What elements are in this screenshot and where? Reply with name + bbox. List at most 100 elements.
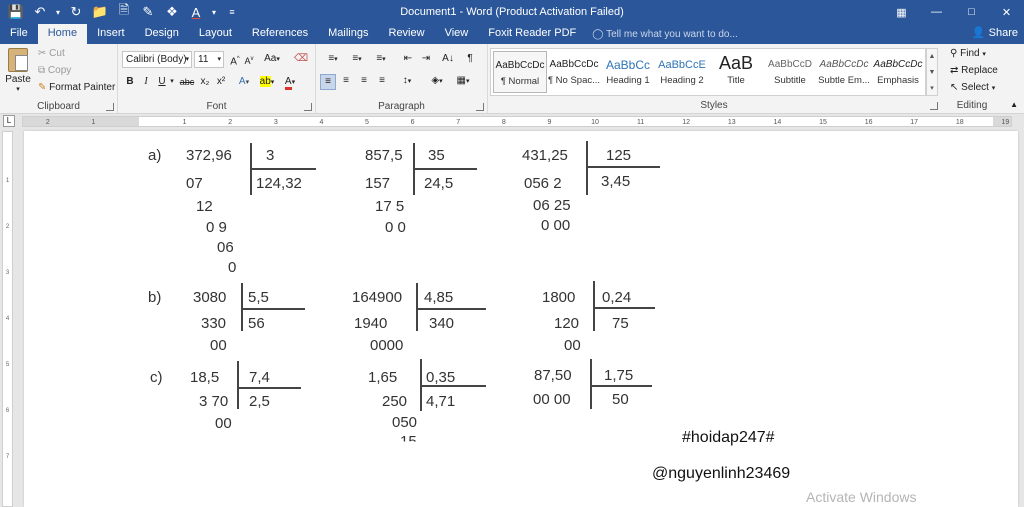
- style-normal[interactable]: AaBbCcDc ¶ Normal: [493, 51, 547, 93]
- tab-mailings[interactable]: Mailings: [318, 24, 378, 44]
- align-right-icon[interactable]: ≡: [356, 74, 372, 88]
- find-button[interactable]: ⚲ Find ▾: [950, 48, 986, 59]
- font-size-select[interactable]: 11 ▾: [194, 51, 224, 68]
- tab-home[interactable]: Home: [37, 24, 88, 44]
- new-document-icon[interactable]: 🗎: [112, 0, 136, 24]
- ruler-tick: 8: [501, 119, 506, 126]
- bullets-icon[interactable]: ≡▾: [322, 52, 344, 67]
- share-button[interactable]: 👤 Share: [972, 24, 1018, 44]
- underline-button[interactable]: U: [156, 75, 168, 89]
- shading-icon[interactable]: ◈▾: [426, 74, 448, 89]
- decrease-indent-icon[interactable]: ⇤: [400, 52, 416, 66]
- style-heading-1[interactable]: AaBbCc Heading 1: [601, 51, 655, 93]
- change-case-button[interactable]: Aa▾: [262, 52, 282, 67]
- ruler-tick: 1: [91, 119, 96, 126]
- save-icon[interactable]: 💾: [4, 0, 28, 24]
- superscript-button[interactable]: x²: [214, 75, 228, 89]
- copy-button[interactable]: ⧉ Copy: [38, 65, 71, 76]
- line-spacing-icon[interactable]: ↕▾: [396, 74, 418, 89]
- format-painter-button[interactable]: ✎ Format Painter: [38, 82, 115, 93]
- borders-icon[interactable]: ▦▾: [452, 74, 474, 89]
- tab-review[interactable]: Review: [379, 24, 435, 44]
- text-effects-icon[interactable]: A▾: [236, 75, 252, 90]
- cut-button[interactable]: ✂ Cut: [38, 48, 65, 59]
- replace-button[interactable]: ⇄ Replace: [950, 65, 998, 76]
- style-no-spacing[interactable]: AaBbCcDc ¶ No Spac...: [547, 51, 601, 93]
- justify-icon[interactable]: ≡: [374, 74, 390, 88]
- style-title[interactable]: AaB Title: [709, 51, 763, 93]
- sort-icon[interactable]: A↓: [440, 52, 456, 66]
- ribbon: Paste ▾ ✂ Cut ⧉ Copy ✎ Format Painter Cl…: [0, 44, 1024, 114]
- tell-me-box[interactable]: ◯ Tell me what you want to do...: [586, 25, 738, 44]
- subscript-button[interactable]: x₂: [198, 75, 212, 89]
- font-color-icon[interactable]: A: [184, 0, 208, 24]
- close-icon[interactable]: ✕: [989, 0, 1024, 24]
- ruler-tick: 3: [273, 119, 278, 126]
- document-page[interactable]: a) 372,96 3 124,32 07 12 0 9 06 0 857,5 …: [24, 131, 1018, 507]
- division-line: [593, 307, 655, 309]
- tab-design[interactable]: Design: [135, 24, 189, 44]
- style-heading-2[interactable]: AaBbCcE Heading 2: [655, 51, 709, 93]
- tab-foxit-reader-pdf[interactable]: Foxit Reader PDF: [478, 24, 586, 44]
- redo-icon[interactable]: ↻: [64, 0, 88, 24]
- style-subtitle[interactable]: AaBbCcD Subtitle: [763, 51, 817, 93]
- ribbon-display-options-icon[interactable]: ▦: [884, 0, 919, 24]
- font-color-dropdown-icon[interactable]: ▾: [208, 8, 220, 17]
- tab-view[interactable]: View: [435, 24, 479, 44]
- align-center-icon[interactable]: ≡: [338, 74, 354, 88]
- paragraph-launcher-icon[interactable]: [476, 103, 484, 111]
- font-name-select[interactable]: Calibri (Body) ▾: [122, 51, 192, 68]
- tab-file[interactable]: File: [0, 24, 38, 44]
- collapse-ribbon-icon[interactable]: ▲: [1010, 100, 1018, 109]
- vertical-ruler-tick: 5: [5, 362, 10, 368]
- paste-button[interactable]: Paste ▾: [4, 48, 32, 93]
- divisor: 35: [428, 147, 445, 164]
- increase-indent-icon[interactable]: ⇥: [418, 52, 434, 66]
- window-controls: ▦ — □ ✕: [884, 0, 1024, 24]
- style-subtle-emphasis[interactable]: AaBbCcDc Subtle Em...: [817, 51, 871, 93]
- italic-button[interactable]: I: [140, 75, 152, 89]
- minimize-icon[interactable]: —: [919, 0, 954, 24]
- tab-layout[interactable]: Layout: [189, 24, 242, 44]
- ruler-tick: 15: [819, 119, 827, 126]
- styles-gallery-scroll[interactable]: ▲ ▼ ▾: [926, 48, 938, 96]
- quotient: 4,71: [426, 393, 456, 410]
- maximize-icon[interactable]: □: [954, 0, 989, 24]
- clipboard-launcher-icon[interactable]: [106, 103, 114, 111]
- quotient: 24,5: [424, 175, 454, 192]
- show-formatting-icon[interactable]: ¶: [462, 52, 478, 66]
- numbering-icon[interactable]: ≡▾: [346, 52, 368, 67]
- align-left-icon[interactable]: ≡: [320, 74, 336, 90]
- vertical-ruler[interactable]: 1 2 3 4 5 6 7: [2, 131, 13, 507]
- tab-selector[interactable]: L: [3, 115, 15, 127]
- horizontal-ruler[interactable]: 2 1 1 2 3 4 5 6 7 8 9 10 11 12 13 14 15 16 17 18 19: [22, 116, 1012, 127]
- open-folder-icon[interactable]: 📁: [88, 0, 112, 24]
- quotient: 56: [248, 315, 265, 332]
- clear-formatting-icon[interactable]: ⌫: [294, 52, 308, 66]
- underline-dropdown-icon[interactable]: ▾: [168, 75, 176, 89]
- grow-font-icon[interactable]: A^: [228, 52, 242, 69]
- highlight-color-icon[interactable]: ab▾: [258, 75, 276, 90]
- style-emphasis[interactable]: AaBbCcDc Emphasis: [871, 51, 925, 93]
- undo-icon[interactable]: ↶: [28, 0, 52, 24]
- remainder-step: 00 00: [533, 391, 571, 408]
- strikethrough-button[interactable]: abc: [178, 75, 196, 89]
- styles-launcher-icon[interactable]: [930, 102, 938, 110]
- tab-insert[interactable]: Insert: [87, 24, 135, 44]
- select-button[interactable]: ↖ Select ▾: [950, 82, 995, 93]
- circle-tool-icon[interactable]: ❖: [160, 0, 184, 24]
- customize-qat-icon[interactable]: ≡: [220, 0, 244, 24]
- ruler-tick: 13: [727, 119, 736, 126]
- font-color-icon[interactable]: A▾: [282, 75, 298, 90]
- shrink-font-icon[interactable]: Av: [242, 52, 256, 68]
- divisor: 5,5: [248, 289, 269, 306]
- eraser-icon[interactable]: ✎: [136, 0, 160, 24]
- bold-button[interactable]: B: [124, 75, 136, 89]
- ruler-tick: 16: [864, 119, 873, 126]
- multilevel-list-icon[interactable]: ≡▾: [370, 52, 392, 67]
- tab-references[interactable]: References: [242, 24, 318, 44]
- ruler-tick: 9: [547, 119, 552, 126]
- undo-dropdown-icon[interactable]: ▾: [52, 8, 64, 17]
- font-launcher-icon[interactable]: [304, 103, 312, 111]
- vertical-ruler-tick: 4: [5, 316, 10, 322]
